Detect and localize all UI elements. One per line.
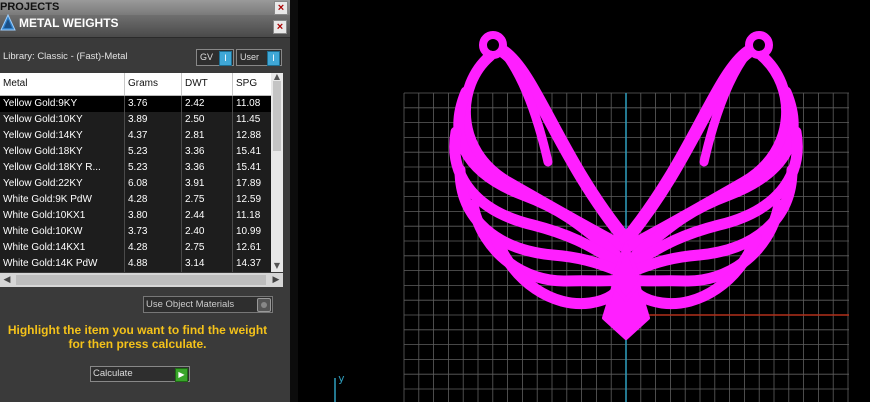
metal-cell: Yellow Gold:14KY [0,128,125,144]
metal-cell: White Gold:9K PdW [0,192,125,208]
spg-cell: 10.99 [236,226,262,237]
table-vertical-scrollbar[interactable]: ▲ ▼ [271,73,283,272]
dwt-cell: 2.40 [182,224,233,240]
app-logo-icon [0,14,16,31]
grams-cell: 3.89 [125,112,182,128]
table-row[interactable]: Yellow Gold:10KY 3.89 2.50 11.45 [0,112,283,128]
metal-cell: White Gold:14KX1 [0,240,125,256]
3d-viewport[interactable]: y [298,0,870,402]
table-row[interactable]: Yellow Gold:22KY 6.08 3.91 17.89 [0,176,283,192]
gv-toggle-knob: I [219,51,232,66]
metal-cell: White Gold:10KW [0,224,125,240]
calculate-label: Calculate [93,368,133,379]
spg-cell: 12.59 [236,194,262,205]
scroll-left-icon[interactable]: ◀ [0,273,14,287]
spg-cell: 12.88 [236,130,262,141]
instruction-text: Highlight the item you want to find the … [7,323,268,351]
column-header-dwt[interactable]: DWT [182,73,233,95]
metal-weights-title-bar: METAL WEIGHTS × [0,14,290,38]
table-row[interactable]: White Gold:10KX1 3.80 2.44 11.18 [0,208,283,224]
dwt-cell: 3.36 [182,160,233,176]
spg-cell: 11.08 [236,98,261,109]
y-axis-gizmo: y [334,372,345,402]
use-object-materials-label: Use Object Materials [146,299,235,310]
horizontal-scrollbar-thumb[interactable] [16,275,266,285]
spg-cell: 11.45 [236,114,261,125]
table-row[interactable]: White Gold:14KX1 4.28 2.75 12.61 [0,240,283,256]
metal-cell: White Gold:10KX1 [0,208,125,224]
metal-weights-panel: PROJECTS × METAL WEIGHTS × Library: Clas… [0,0,290,402]
metal-cell: Yellow Gold:18KY [0,144,125,160]
spg-cell: 17.89 [236,178,262,189]
table-row[interactable]: Yellow Gold:18KY 5.23 3.36 15.41 [0,144,283,160]
dwt-cell: 2.42 [182,96,233,112]
viewport-canvas: y [334,31,849,402]
table-row[interactable]: Yellow Gold:9KY 3.76 2.42 11.08 [0,96,283,112]
gv-toggle-label: GV [200,52,214,62]
projects-title-bar: PROJECTS × [0,0,290,16]
table-row[interactable]: Yellow Gold:14KY 4.37 2.81 12.88 [0,128,283,144]
metal-cell: White Gold:14K PdW [0,256,125,272]
metal-weights-title: METAL WEIGHTS [19,16,119,30]
grams-cell: 4.28 [125,240,182,256]
dwt-cell: 2.75 [182,240,233,256]
user-toggle-label: User [240,52,260,62]
grams-cell: 4.28 [125,192,182,208]
dwt-cell: 3.91 [182,176,233,192]
spg-cell: 14.37 [236,258,262,269]
gv-toggle[interactable]: GV I [196,49,234,66]
table-rows: Yellow Gold:9KY 3.76 2.42 11.08 Yellow Gold:… [0,96,283,272]
panel-divider[interactable] [290,0,298,402]
scroll-down-icon[interactable]: ▼ [272,262,282,270]
grams-cell: 5.23 [125,160,182,176]
grams-cell: 3.76 [125,96,182,112]
table-row[interactable]: White Gold:9K PdW 4.28 2.75 12.59 [0,192,283,208]
library-label: Library: Classic - (Fast)-Metal [3,51,128,62]
calculate-button[interactable]: Calculate ▶ [90,366,190,382]
column-header-metal[interactable]: Metal [0,73,125,95]
metal-weights-table: Metal Grams DWT SPG Yellow Gold:9KY 3.76 2… [0,73,283,272]
table-row[interactable]: White Gold:10KW 3.73 2.40 10.99 [0,224,283,240]
spg-cell: 12.61 [236,242,262,253]
table-row[interactable]: White Gold:14K PdW 4.88 3.14 14.37 [0,256,283,272]
dwt-cell: 3.36 [182,144,233,160]
grams-cell: 4.37 [125,128,182,144]
projects-close-button[interactable]: × [274,1,288,15]
dwt-cell: 3.14 [182,256,233,272]
user-toggle-knob: I [267,51,280,66]
grams-cell: 5.23 [125,144,182,160]
scroll-up-icon[interactable]: ▲ [272,73,282,81]
left-wing [449,31,633,310]
grams-cell: 3.73 [125,224,182,240]
column-header-grams[interactable]: Grams [125,73,182,95]
grams-cell: 4.88 [125,256,182,272]
use-object-materials-toggle[interactable]: Use Object Materials [143,296,273,313]
column-header-spg[interactable]: SPG [233,73,273,95]
user-toggle[interactable]: User I [236,49,282,66]
metal-cell: Yellow Gold:22KY [0,176,125,192]
table-horizontal-scrollbar[interactable]: ◀ ▶ [0,273,283,287]
grams-cell: 6.08 [125,176,182,192]
projects-title: PROJECTS [0,1,60,13]
scrollbar-thumb[interactable] [273,81,281,151]
dwt-cell: 2.44 [182,208,233,224]
metal-cell: Yellow Gold:10KY [0,112,125,128]
metal-cell: Yellow Gold:9KY [0,96,125,112]
play-icon: ▶ [175,368,188,382]
dwt-cell: 2.50 [182,112,233,128]
dwt-cell: 2.75 [182,192,233,208]
scroll-right-icon[interactable]: ▶ [269,273,283,287]
spg-cell: 11.18 [236,210,261,221]
table-header: Metal Grams DWT SPG [0,73,283,96]
table-row[interactable]: Yellow Gold:18KY R... 5.23 3.36 15.41 [0,160,283,176]
right-wing [619,31,803,310]
grams-cell: 3.80 [125,208,182,224]
y-axis-label: y [338,372,345,385]
radio-icon[interactable] [257,298,271,312]
spg-cell: 15.41 [236,162,262,173]
dwt-cell: 2.81 [182,128,233,144]
metal-cell: Yellow Gold:18KY R... [0,160,125,176]
spg-cell: 15.41 [236,146,262,157]
metal-weights-close-button[interactable]: × [273,20,287,34]
